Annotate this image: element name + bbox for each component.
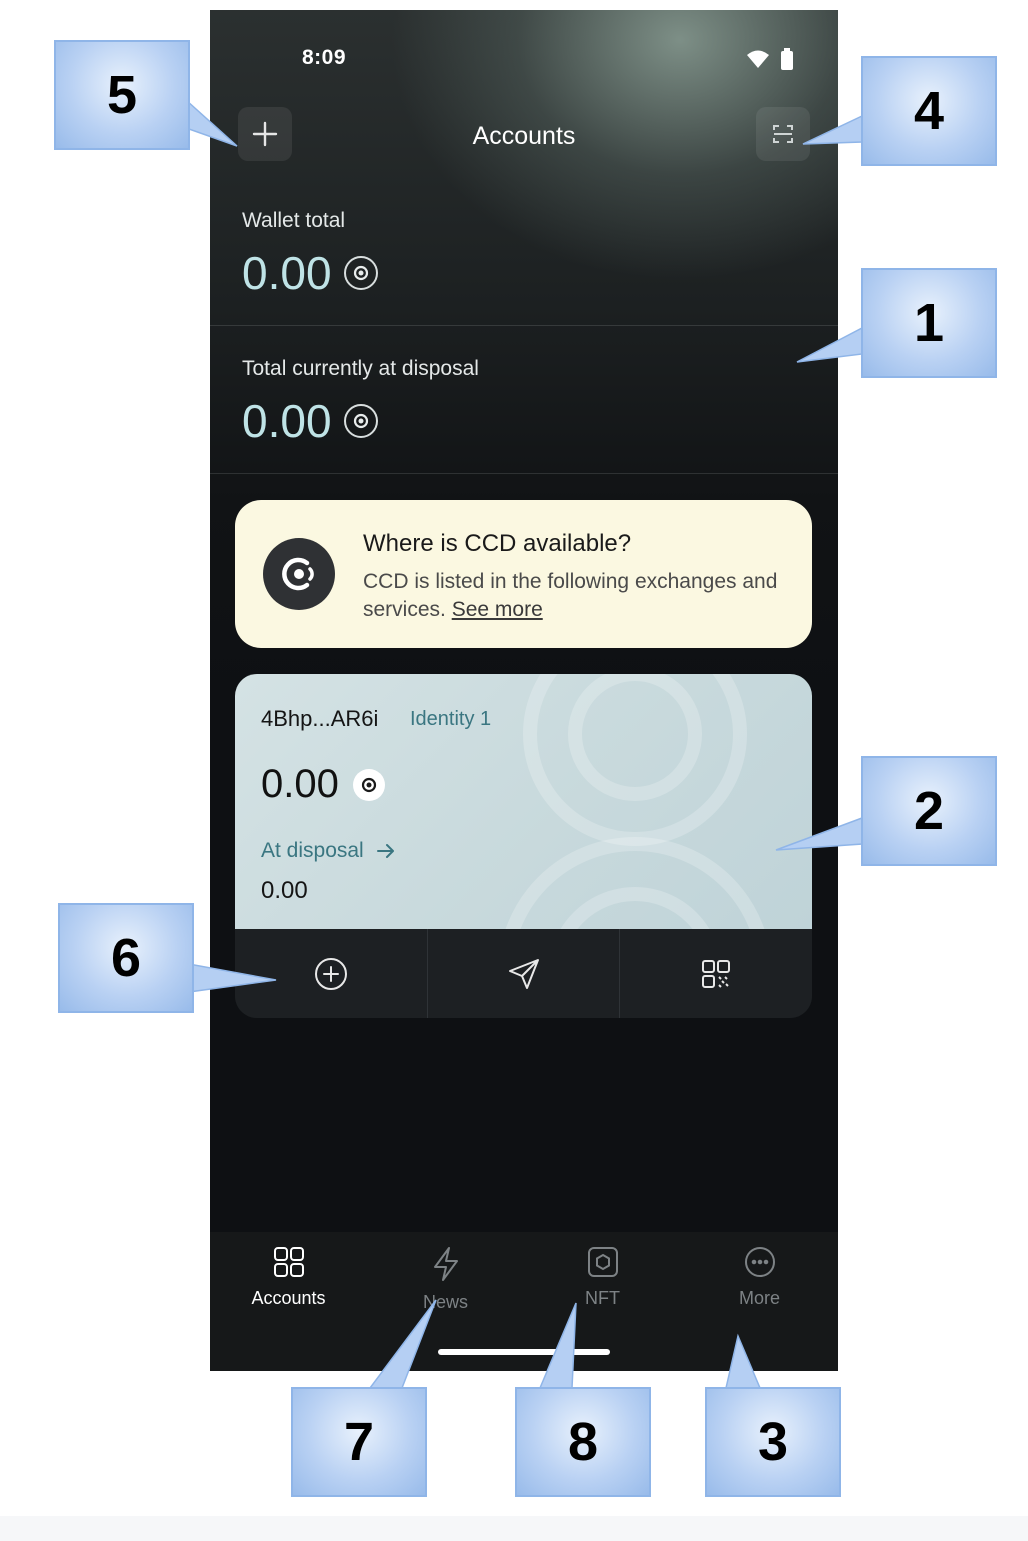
callout-3: 3 xyxy=(705,1387,841,1497)
callout-2: 2 xyxy=(861,756,997,866)
callout-7: 7 xyxy=(291,1387,427,1497)
callout-4: 4 xyxy=(861,56,997,166)
callout-6: 6 xyxy=(58,903,194,1013)
callout-1: 1 xyxy=(861,268,997,378)
callout-5: 5 xyxy=(54,40,190,150)
callout-8: 8 xyxy=(515,1387,651,1497)
